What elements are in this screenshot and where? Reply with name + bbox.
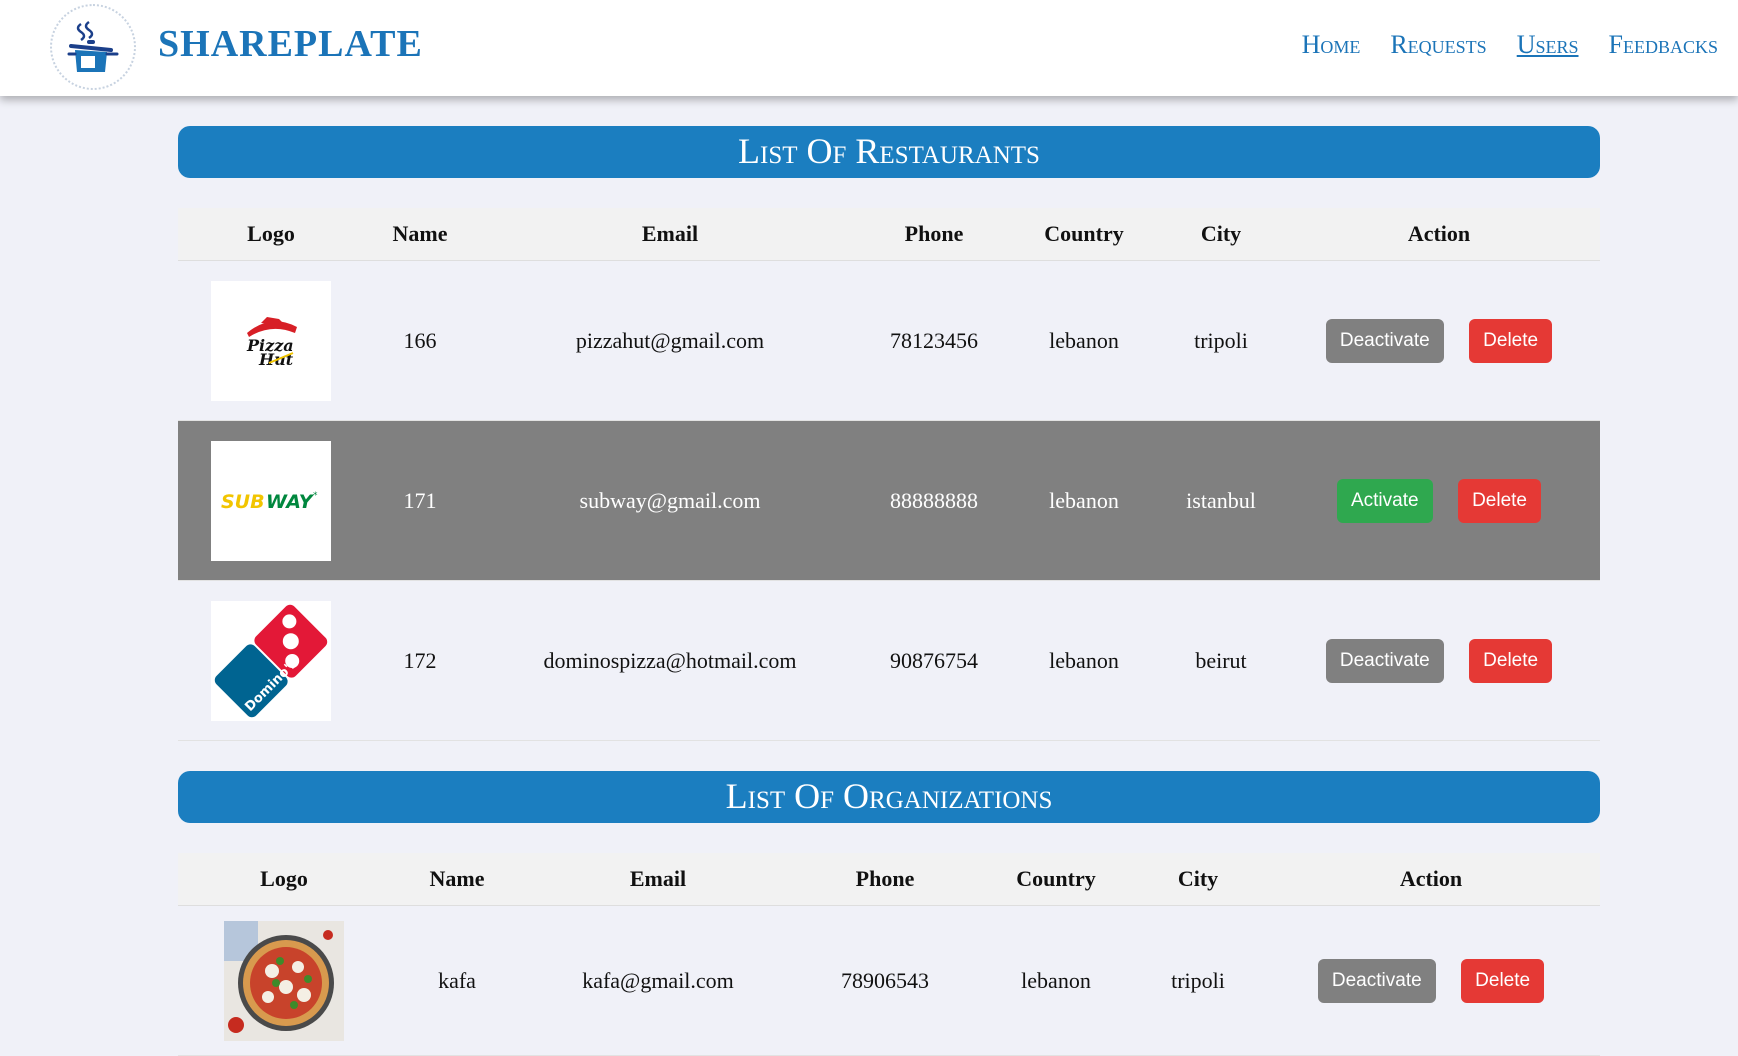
phone-cell: 78906543 [792, 905, 978, 1056]
svg-text:WAY: WAY [266, 491, 315, 513]
column-header-country: Country [978, 853, 1134, 906]
column-header-email: Email [524, 853, 792, 906]
city-cell: tripoli [1134, 905, 1262, 1056]
table-row: kafa kafa@gmail.com 78906543 lebanon tri… [178, 905, 1600, 1056]
column-header-name: Name [390, 853, 524, 906]
pizza-hut-logo: Pizza Hut [211, 280, 331, 401]
restaurants-section-title: List Of Restaurants [178, 126, 1600, 178]
column-header-logo: Logo [178, 853, 390, 906]
table-row: Domino's Pizza 172 dominospizza@hotmail.… [178, 580, 1600, 741]
logo-cell: Domino's Pizza [178, 580, 364, 741]
column-header-email: Email [476, 208, 864, 261]
column-header-logo: Logo [178, 208, 364, 261]
svg-text:*: * [313, 491, 318, 501]
email-cell: dominospizza@hotmail.com [476, 580, 864, 741]
deactivate-button[interactable]: Deactivate [1325, 318, 1444, 363]
site-logo[interactable] [50, 4, 136, 90]
restaurants-table: Logo Name Email Phone Country City Actio… [178, 208, 1600, 741]
logo-cell [178, 905, 390, 1056]
email-cell: kafa@gmail.com [524, 905, 792, 1056]
logo-cell: SUB WAY * [178, 420, 364, 581]
nav-users[interactable]: Users [1517, 30, 1579, 60]
column-header-city: City [1134, 853, 1262, 906]
logo-cell: Pizza Hut [178, 260, 364, 421]
column-header-phone: Phone [792, 853, 978, 906]
organizations-section-title: List Of Organizations [178, 771, 1600, 823]
country-cell: lebanon [1004, 420, 1164, 581]
action-cell: Activate Delete [1278, 420, 1600, 581]
action-cell: Deactivate Delete [1278, 580, 1600, 741]
delete-button[interactable]: Delete [1461, 958, 1545, 1003]
brand-name: SHAREPLATE [158, 23, 423, 65]
phone-cell: 78123456 [864, 260, 1004, 421]
name-cell: 172 [364, 580, 476, 741]
delete-button[interactable]: Delete [1469, 318, 1553, 363]
subway-logo: SUB WAY * [211, 440, 331, 561]
table-header-row: Logo Name Email Phone Country City Actio… [178, 208, 1600, 261]
pizza-photo-image [224, 920, 344, 1041]
cooking-pot-icon [67, 20, 119, 72]
action-cell: Deactivate Delete [1278, 260, 1600, 421]
country-cell: lebanon [1004, 260, 1164, 421]
column-header-phone: Phone [864, 208, 1004, 261]
name-cell: kafa [390, 905, 524, 1056]
phone-cell: 90876754 [864, 580, 1004, 741]
table-row: Pizza Hut 166 pizzahut@gmail.com 7812345… [178, 260, 1600, 421]
city-cell: istanbul [1164, 420, 1278, 581]
organizations-table: Logo Name Email Phone Country City Actio… [178, 853, 1600, 1056]
activate-button[interactable]: Activate [1336, 478, 1433, 523]
country-cell: lebanon [1004, 580, 1164, 741]
nav-requests[interactable]: Requests [1390, 30, 1486, 60]
name-cell: 166 [364, 260, 476, 421]
dominos-logo: Domino's Pizza [211, 600, 331, 721]
subway-logo-icon: SUB WAY * [221, 491, 318, 513]
email-cell: subway@gmail.com [476, 420, 864, 581]
phone-cell: 88888888 [864, 420, 1004, 581]
dominos-logo-icon: Domino's Pizza [214, 604, 328, 718]
deactivate-button[interactable]: Deactivate [1317, 958, 1436, 1003]
svg-text:SUB: SUB [221, 491, 265, 513]
column-header-city: City [1164, 208, 1278, 261]
table-row-inactive: SUB WAY * 171 subway@gmail.com 88888888 … [178, 420, 1600, 581]
pizza-hut-logo-icon: Pizza Hut [246, 316, 297, 369]
deactivate-button[interactable]: Deactivate [1325, 638, 1444, 683]
column-header-action: Action [1262, 853, 1600, 906]
table-header-row: Logo Name Email Phone Country City Actio… [178, 853, 1600, 906]
top-navbar: SHAREPLATE Home Requests Users Feedbacks [0, 0, 1738, 96]
delete-button[interactable]: Delete [1469, 638, 1553, 683]
nav-home[interactable]: Home [1302, 30, 1361, 60]
column-header-name: Name [364, 208, 476, 261]
column-header-country: Country [1004, 208, 1164, 261]
delete-button[interactable]: Delete [1458, 478, 1541, 523]
city-cell: tripoli [1164, 260, 1278, 421]
main-nav: Home Requests Users Feedbacks [1302, 30, 1718, 60]
city-cell: beirut [1164, 580, 1278, 741]
nav-feedbacks[interactable]: Feedbacks [1609, 30, 1718, 60]
email-cell: pizzahut@gmail.com [476, 260, 864, 421]
pizza-photo [224, 920, 344, 1041]
action-cell: Deactivate Delete [1262, 905, 1600, 1056]
name-cell: 171 [364, 420, 476, 581]
country-cell: lebanon [978, 905, 1134, 1056]
column-header-action: Action [1278, 208, 1600, 261]
